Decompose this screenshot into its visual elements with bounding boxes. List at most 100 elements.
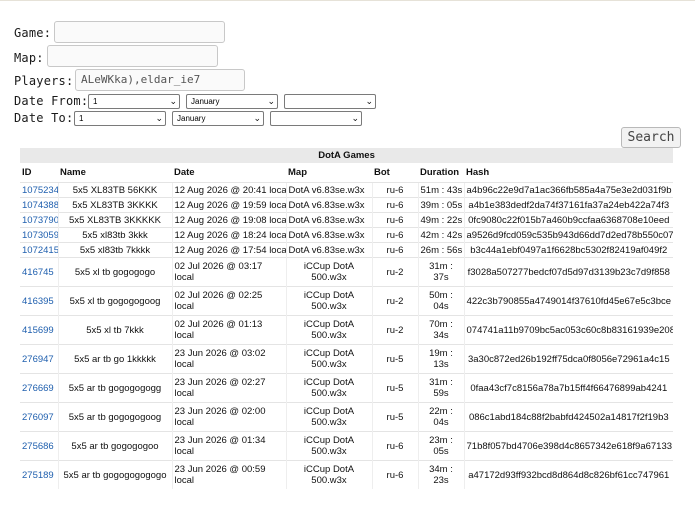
game-bot: ru-2	[371, 315, 418, 345]
from-year-select[interactable]: ⌄	[284, 94, 376, 109]
game-name: 5x5 XL83TB 56KKK	[57, 182, 172, 198]
game-duration: 23m : 05s	[417, 431, 464, 461]
game-map: DotA v6.83se.w3x	[285, 212, 372, 228]
table-row: 275686 5x5 ar tb gogogogoo 23 Jun 2026 @ 0…	[20, 431, 674, 461]
game-id-link[interactable]: 276097	[22, 412, 54, 423]
to-month-value: January	[177, 114, 206, 123]
table-row: 275189 5x5 ar tb gogogogogogo 23 Jun 2026 …	[20, 460, 674, 489]
game-hash: f3028a507277bedcf07d5d97d3139b23c7d9f858	[463, 257, 674, 287]
table-title: DotA Games	[20, 148, 674, 163]
game-duration: 31m : 37s	[417, 257, 464, 287]
game-name: 5x5 xl tb gogogogoog	[57, 286, 172, 316]
game-id-link[interactable]: 1073790	[22, 215, 58, 226]
players-input[interactable]: ALeWKka),eldar_ie7	[75, 69, 245, 91]
game-id-link[interactable]: 416745	[22, 267, 54, 278]
game-duration: 49m : 22s	[417, 212, 464, 228]
to-year-select[interactable]: ⌄	[270, 111, 362, 126]
from-month-select[interactable]: January ⌄	[186, 94, 278, 109]
game-id-link[interactable]: 1075234	[22, 185, 58, 196]
game-map: DotA v6.83se.w3x	[285, 242, 372, 258]
game-hash: a9526d9fcd059c535b943d66dd7d2ed78b550c07	[463, 227, 674, 243]
id-cell: 1072415	[20, 242, 58, 258]
game-hash: 086c1abd184c88f2babfd424502a14817f2f19b3	[463, 402, 674, 432]
game-id-link[interactable]: 275189	[22, 470, 54, 481]
game-name: 5x5 xl tb 7kkk	[57, 315, 172, 345]
game-id-link[interactable]: 1073059	[22, 230, 58, 241]
game-id-link[interactable]: 276669	[22, 383, 54, 394]
game-date: 23 Jun 2026 @ 02:00 local	[171, 402, 286, 432]
col-hash: Hash	[464, 163, 674, 183]
game-id-link[interactable]: 415699	[22, 325, 54, 336]
games-table: DotA Games ID Name Date Map Bot Duration…	[20, 148, 674, 489]
table-row: 415699 5x5 xl tb 7kkk 02 Jul 2026 @ 01:13 …	[20, 315, 674, 345]
game-map: iCCup DotA 500.w3x	[285, 257, 372, 287]
game-date: 23 Jun 2026 @ 01:34 local	[171, 431, 286, 461]
game-date: 12 Aug 2026 @ 18:24 local	[171, 227, 286, 243]
search-button[interactable]: Search	[621, 127, 681, 148]
table-header: ID Name Date Map Bot Duration Hash	[20, 163, 674, 183]
game-id-link[interactable]: 276947	[22, 354, 54, 365]
game-input[interactable]	[54, 21, 225, 43]
from-day-value: 1	[93, 97, 98, 106]
game-hash: 0faa43cf7c8156a78a7b15ff4f66476899ab4241	[463, 373, 674, 403]
game-date: 23 Jun 2026 @ 00:59 local	[171, 460, 286, 489]
game-map: iCCup DotA 500.w3x	[285, 402, 372, 432]
game-duration: 34m : 23s	[417, 460, 464, 489]
game-bot: ru-5	[371, 344, 418, 374]
game-date: 02 Jul 2026 @ 01:13 local	[171, 315, 286, 345]
chevron-down-icon: ⌄	[253, 113, 261, 123]
game-duration: 51m : 43s	[417, 182, 464, 198]
game-hash: 422c3b790855a4749014f37610fd45e67e5c3bce	[463, 286, 674, 316]
to-day-value: 1	[79, 114, 84, 123]
chevron-down-icon: ⌄	[155, 113, 163, 123]
map-label: Map:	[14, 51, 44, 65]
game-hash: 71b8f057bd4706e398d4c8657342e618f9a67133	[463, 431, 674, 461]
id-cell: 1073059	[20, 227, 58, 243]
game-name: 5x5 xl tb gogogogo	[57, 257, 172, 287]
game-id-link[interactable]: 1074388	[22, 200, 58, 211]
game-id-link[interactable]: 1072415	[22, 245, 58, 256]
table-row: 1072415 5x5 xl83tb 7kkkk 12 Aug 2026 @ 17:…	[20, 242, 674, 258]
table-row: 416395 5x5 xl tb gogogogoog 02 Jul 2026 @ …	[20, 286, 674, 316]
from-day-select[interactable]: 1 ⌄	[88, 94, 180, 109]
game-bot: ru-6	[371, 182, 418, 198]
to-month-select[interactable]: January ⌄	[172, 111, 264, 126]
players-label: Players:	[14, 74, 74, 88]
id-cell: 275686	[20, 431, 58, 461]
to-day-select[interactable]: 1 ⌄	[74, 111, 166, 126]
id-cell: 1073790	[20, 212, 58, 228]
map-input[interactable]	[47, 45, 218, 67]
game-hash: a47172d93ff932bcd8d864d8c826bf61cc747961	[463, 460, 674, 489]
game-name: 5x5 ar tb gogogogogogo	[57, 460, 172, 489]
id-cell: 416745	[20, 257, 58, 287]
search-form: Game: Map: Players: ALeWKka),eldar_ie7 D…	[14, 1, 695, 141]
table-row: 1075234 5x5 XL83TB 56KKK 12 Aug 2026 @ 20:…	[20, 182, 674, 198]
id-cell: 276669	[20, 373, 58, 403]
date-to-label: Date To:	[14, 111, 74, 125]
game-duration: 70m : 34s	[417, 315, 464, 345]
game-bot: ru-2	[371, 286, 418, 316]
game-name: 5x5 ar tb gogogogogg	[57, 373, 172, 403]
table-row: 276097 5x5 ar tb gogogogoog 23 Jun 2026 @ …	[20, 402, 674, 432]
game-duration: 42m : 42s	[417, 227, 464, 243]
game-map: iCCup DotA 500.w3x	[285, 286, 372, 316]
game-duration: 50m : 04s	[417, 286, 464, 316]
game-date: 12 Aug 2026 @ 20:41 local	[171, 182, 286, 198]
game-map: iCCup DotA 500.w3x	[285, 315, 372, 345]
game-hash: 0fc9080c22f015b7a460b9ccfaa6368708e10eed	[463, 212, 674, 228]
id-cell: 1074388	[20, 197, 58, 213]
game-bot: ru-5	[371, 402, 418, 432]
game-date: 23 Jun 2026 @ 03:02 local	[171, 344, 286, 374]
game-id-link[interactable]: 275686	[22, 441, 54, 452]
game-name: 5x5 XL83TB 3KKKKK	[57, 212, 172, 228]
table-row: 276669 5x5 ar tb gogogogogg 23 Jun 2026 @ …	[20, 373, 674, 403]
game-map: iCCup DotA 500.w3x	[285, 431, 372, 461]
game-hash: a4b96c22e9d7a1ac366fb585a4a75e3e2d031f9b	[463, 182, 674, 198]
game-bot: ru-6	[371, 242, 418, 258]
game-duration: 22m : 04s	[417, 402, 464, 432]
game-bot: ru-2	[371, 257, 418, 287]
game-id-link[interactable]: 416395	[22, 296, 54, 307]
id-cell: 1075234	[20, 182, 58, 198]
game-name: 5x5 ar tb gogogogoo	[57, 431, 172, 461]
chevron-down-icon: ⌄	[169, 96, 177, 106]
